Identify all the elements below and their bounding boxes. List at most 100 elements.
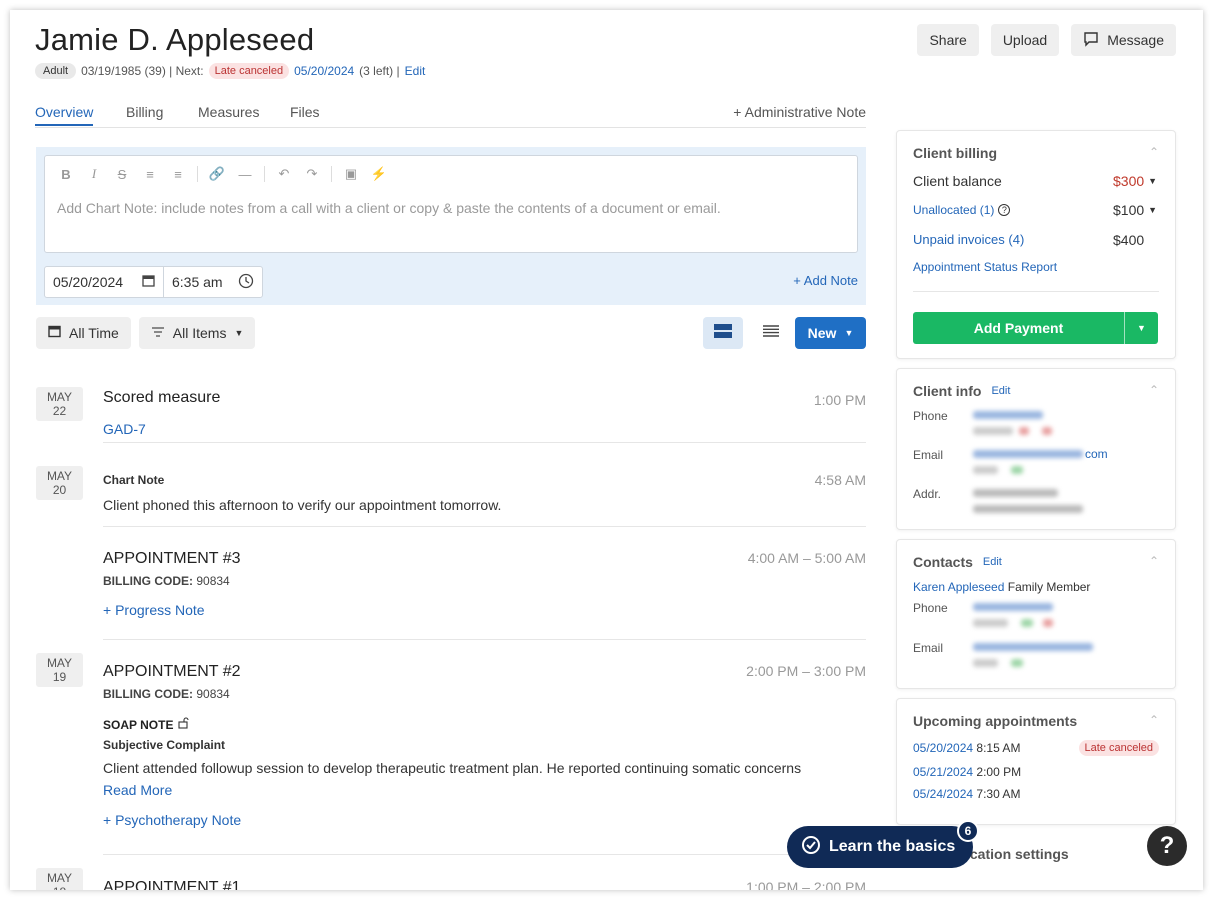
appointment-row[interactable]: 05/24/2024 7:30 AM	[913, 787, 1020, 801]
administrative-note-label: Administrative Note	[744, 104, 866, 120]
compact-view-button[interactable]	[751, 317, 791, 349]
learn-count-badge: 6	[957, 820, 979, 842]
tab-measures[interactable]: Measures	[198, 104, 259, 120]
unallocated-dropdown[interactable]: $100 ▼	[1113, 202, 1159, 218]
redacted-icon	[1042, 427, 1052, 435]
timeline-entry[interactable]: APPOINTMENT #2 2:00 PM – 3:00 PM BILLING…	[103, 663, 866, 855]
client-meta: Adult 03/19/1985 (39) | Next: Late cance…	[35, 63, 425, 79]
redacted-icon	[1011, 659, 1023, 667]
italic-icon[interactable]: I	[85, 166, 103, 182]
contacts-title: Contacts	[913, 554, 973, 570]
link-icon[interactable]: 🔗	[208, 166, 226, 182]
date-label: MAY 22	[36, 387, 83, 421]
tab-billing[interactable]: Billing	[126, 104, 163, 120]
note-date-input[interactable]: 05/20/2024	[45, 267, 164, 297]
redacted-icon	[1043, 619, 1053, 627]
redacted-email-type	[973, 466, 998, 474]
timeline-filters: All Time All Items ▼	[36, 317, 256, 349]
new-button[interactable]: New ▼	[795, 317, 866, 349]
numbered-list-icon[interactable]: ≡	[169, 167, 187, 182]
message-button[interactable]: Message	[1071, 24, 1176, 56]
client-billing-card: Client billing ⌃ Client balance $300 ▼ U…	[896, 130, 1176, 359]
appointment-date[interactable]: 05/20/2024	[913, 741, 973, 755]
balance-dropdown[interactable]: $300 ▼	[1113, 173, 1159, 189]
redacted-phone	[973, 411, 1043, 419]
add-note-button[interactable]: + Add Note	[793, 273, 858, 288]
appointment-row[interactable]: 05/21/2024 2:00 PM	[913, 765, 1021, 779]
chart-note-composer: B I S ≡ ≡ 🔗 — ↶ ↷ ▣ ⚡ Add Chart Note: in…	[36, 147, 866, 305]
bullet-list-icon[interactable]: ≡	[141, 167, 159, 182]
next-appointment-link[interactable]: 05/20/2024	[294, 64, 354, 78]
measure-link[interactable]: GAD-7	[103, 421, 866, 437]
timeline-entry[interactable]: Scored measure 1:00 PM GAD-7	[103, 381, 866, 443]
appointment-date[interactable]: 05/24/2024	[913, 787, 973, 801]
learn-the-basics-button[interactable]: Learn the basics	[787, 826, 973, 868]
tab-overview[interactable]: Overview	[35, 104, 94, 126]
unallocated-link[interactable]: Unallocated (1) ?	[913, 202, 1011, 218]
upcoming-appointments-card: Upcoming appointments ⌃ 05/20/2024 8:15 …	[896, 698, 1176, 825]
edit-client-info-link[interactable]: Edit	[991, 385, 1010, 397]
checklist-icon	[801, 835, 821, 860]
redo-icon[interactable]: ↷	[303, 166, 321, 182]
tab-files[interactable]: Files	[290, 104, 320, 120]
help-button[interactable]: ?	[1147, 826, 1187, 866]
timeline-entry[interactable]: APPOINTMENT #1 1:00 PM – 2:00 PM	[103, 879, 866, 890]
administrative-note-button[interactable]: + Administrative Note	[733, 104, 866, 120]
ai-assist-icon[interactable]: ⚡	[370, 166, 388, 182]
appointment-date[interactable]: 05/21/2024	[913, 765, 973, 779]
upload-button[interactable]: Upload	[990, 24, 1060, 56]
chevron-up-icon[interactable]: ⌃	[1149, 145, 1159, 159]
card-title: Contacts Edit	[913, 554, 1002, 570]
payment-options-dropdown[interactable]: ▼	[1124, 312, 1158, 344]
share-button[interactable]: Share	[917, 24, 979, 56]
add-payment-button[interactable]: Add Payment ▼	[913, 312, 1158, 344]
horizontal-rule-icon[interactable]: —	[236, 167, 254, 182]
read-more-link[interactable]: Read More	[103, 782, 866, 798]
appointment-row[interactable]: 05/20/2024 8:15 AM	[913, 741, 1020, 755]
redacted-address-line	[973, 505, 1083, 513]
progress-note-button[interactable]: + Progress Note	[103, 602, 866, 618]
note-time-input[interactable]: 6:35 am	[164, 273, 262, 292]
chevron-up-icon[interactable]: ⌃	[1149, 383, 1159, 397]
chart-note-editor[interactable]: B I S ≡ ≡ 🔗 — ↶ ↷ ▣ ⚡ Add Chart Note: in…	[44, 155, 858, 253]
expanded-view-button[interactable]	[703, 317, 743, 349]
redacted-icon	[1019, 427, 1029, 435]
contact-name-link[interactable]: Karen Appleseed	[913, 580, 1004, 594]
redacted-phone-type	[973, 619, 1008, 627]
entry-time: 4:58 AM	[814, 472, 866, 488]
date-label: MAY 19	[36, 653, 83, 687]
address-label: Addr.	[913, 487, 942, 501]
redacted-phone-type	[973, 427, 1013, 435]
client-info-card: Client info Edit ⌃ Phone Email com Addr.	[896, 368, 1176, 530]
new-button-label: New	[807, 325, 837, 341]
strikethrough-icon[interactable]: S	[113, 167, 131, 182]
notification-settings-title[interactable]: ication settings	[966, 846, 1069, 862]
unpaid-invoices-link[interactable]: Unpaid invoices (4)	[913, 232, 1024, 248]
caret-down-icon: ▼	[1137, 323, 1146, 333]
unallocated-row: Unallocated (1) ? $100 ▼	[913, 202, 1159, 218]
edit-client-link[interactable]: Edit	[405, 64, 426, 78]
card-title: Upcoming appointments	[913, 713, 1078, 729]
appointment-status-report-link[interactable]: Appointment Status Report	[913, 260, 1057, 274]
chevron-up-icon[interactable]: ⌃	[1149, 713, 1159, 727]
card-title: Client billing	[913, 145, 997, 161]
image-icon[interactable]: ▣	[342, 166, 360, 182]
client-balance-row: Client balance $300 ▼	[913, 173, 1159, 189]
chevron-up-icon[interactable]: ⌃	[1149, 554, 1159, 568]
undo-icon[interactable]: ↶	[275, 166, 293, 182]
note-date-value: 05/20/2024	[53, 274, 124, 290]
appointment-time: 2:00 PM	[976, 765, 1022, 779]
timeline-entry[interactable]: APPOINTMENT #3 4:00 AM – 5:00 AM BILLING…	[103, 550, 866, 640]
email-label: Email	[913, 641, 944, 655]
time-filter-button[interactable]: All Time	[36, 317, 131, 349]
time-filter-label: All Time	[69, 325, 119, 341]
psychotherapy-note-button[interactable]: + Psychotherapy Note	[103, 812, 866, 828]
help-circle-icon: ?	[998, 204, 1011, 216]
entry-title: Chart Note	[103, 473, 165, 487]
items-filter-button[interactable]: All Items ▼	[138, 317, 256, 349]
email-tail[interactable]: com	[1085, 447, 1108, 461]
bold-icon[interactable]: B	[57, 167, 75, 182]
timeline-entry[interactable]: Chart Note 4:58 AM Client phoned this af…	[103, 461, 866, 527]
edit-contacts-link[interactable]: Edit	[983, 556, 1002, 568]
clock-icon	[238, 273, 254, 292]
